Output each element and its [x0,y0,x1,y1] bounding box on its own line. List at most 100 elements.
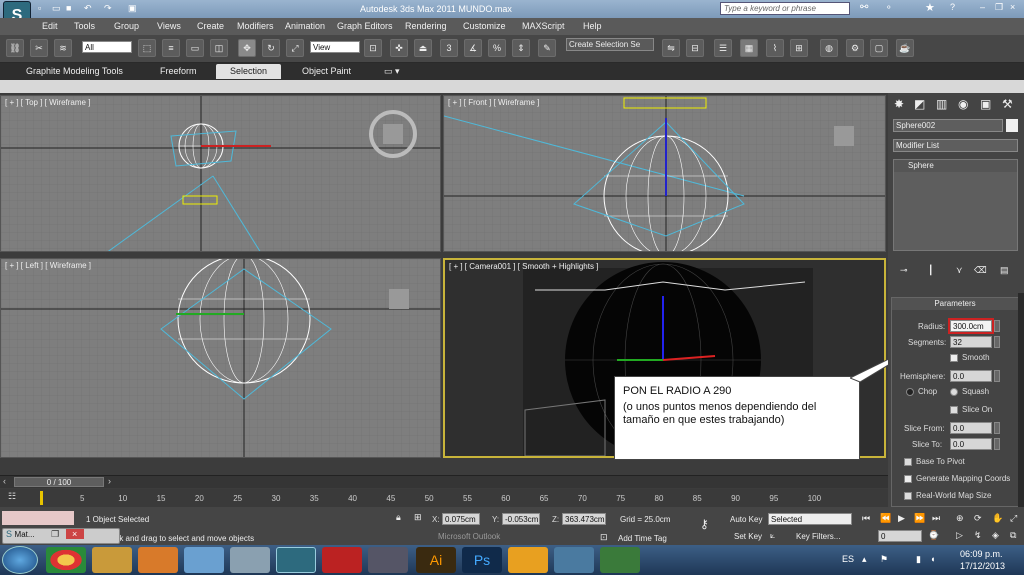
ribbon-options-icon[interactable]: ▭ ▾ [384,66,400,77]
smooth-checkbox[interactable] [950,354,958,362]
undo-icon[interactable]: ↶ [84,3,92,14]
viewport-front[interactable]: [ + ] [ Front ] [ Wireframe ] [443,95,886,252]
mat-editor-task[interactable]: S Mat... ❐ × [2,528,120,544]
absolute-mode-icon[interactable]: ⊞ [414,512,422,523]
screen-task[interactable] [554,547,594,573]
real-world-checkbox[interactable] [904,492,912,500]
time-slider[interactable]: ‹ 0 / 100 › [0,475,888,488]
gen-mapping-checkbox[interactable] [904,475,912,483]
prev-frame-icon[interactable]: ⏪ [880,513,891,524]
tray-flag-icon[interactable]: ⚑ [880,554,888,565]
render-setup-icon[interactable]: ⚙ [846,39,864,57]
menu-create[interactable]: Create [197,21,224,31]
select-object-icon[interactable]: ⬚ [138,39,156,57]
key-icon[interactable]: ⚷ [700,517,709,531]
time-config-icon[interactable]: ⌚ [928,530,939,541]
y-coord-input[interactable]: -0.053cm [502,513,540,525]
redo-icon[interactable]: ↷ [104,3,112,14]
modifier-list-dropdown[interactable]: Modifier List [893,139,1018,152]
viewport-camera-label[interactable]: [ + ] [ Camera001 ] [ Smooth + Highlight… [449,262,598,271]
angle-snap-icon[interactable]: ∡ [464,39,482,57]
make-unique-icon[interactable]: ⋎ [956,265,963,276]
menu-help[interactable]: Help [583,21,602,31]
selection-filter-dropdown[interactable]: All [82,41,132,53]
nero-task[interactable] [368,547,408,573]
material-editor-icon[interactable]: ◍ [820,39,838,57]
goto-end-icon[interactable]: ⏭ [932,513,940,524]
current-frame-input[interactable]: 0 [878,530,922,542]
time-slider-thumb[interactable]: 0 / 100 [14,477,104,487]
menu-modifiers[interactable]: Modifiers [237,21,274,31]
start-button[interactable] [2,546,38,574]
track-bar[interactable]: ☷ 5 10 15 20 25 30 35 40 45 50 55 60 65 70 75 80 85 90 95 1… [0,489,888,507]
select-by-name-icon[interactable]: ≡ [162,39,180,57]
z-coord-input[interactable]: 363.473cm [562,513,606,525]
viewport-front-label[interactable]: [ + ] [ Front ] [ Wireframe ] [448,98,539,107]
radius-spinner[interactable] [994,320,1000,332]
menu-views[interactable]: Views [157,21,181,31]
time-next-icon[interactable]: › [108,476,111,486]
edit-named-selection-icon[interactable]: ✎ [538,39,556,57]
explorer-task[interactable] [92,547,132,573]
link-icon[interactable]: ⛓ [6,39,24,57]
open-file-icon[interactable]: ▭ [52,3,61,14]
rotate-icon[interactable]: ↻ [262,39,280,57]
maximize-viewport-icon[interactable]: ⤢ [1010,513,1017,524]
scale-icon[interactable]: ⤢ [286,39,304,57]
schematic-view-icon[interactable]: ⊞ [790,39,808,57]
viewport-left[interactable]: [ + ] [ Left ] [ Wireframe ] [0,258,441,458]
select-manipulate-icon[interactable]: ✜ [390,39,408,57]
time-prev-icon[interactable]: ‹ [3,476,6,486]
mini-maximize-icon[interactable]: ⧉ [1010,530,1016,541]
menu-edit[interactable]: Edit [42,21,58,31]
menu-tools[interactable]: Tools [74,21,95,31]
snaps-toggle-icon[interactable]: 3 [440,39,458,57]
add-time-tag[interactable]: Add Time Tag [618,534,667,543]
key-mode-dropdown[interactable]: Selected [768,513,852,525]
set-key-icon[interactable]: ⟀ [770,530,775,541]
slice-from-input[interactable]: 0.0 [950,422,992,434]
photoshop-task[interactable]: Ps [462,547,502,573]
auto-key-button[interactable]: Auto Key [730,515,762,524]
pin-stack-icon[interactable]: ⊸ [900,265,908,276]
menu-maxscript[interactable]: MAXScript [522,21,565,31]
unlink-icon[interactable]: ✂ [30,39,48,57]
help-icon[interactable]: ? [950,2,955,12]
paint-task[interactable] [184,547,224,573]
set-key-button[interactable]: Set Key [734,532,762,541]
object-color-swatch[interactable] [1006,119,1018,132]
communication-icon[interactable]: ⚬ [885,2,893,13]
goto-start-icon[interactable]: ⏮ [862,513,870,524]
radius-input[interactable]: 300.0cm [948,318,994,334]
show-end-result-icon[interactable]: ┃ [928,265,933,276]
minimize-icon[interactable]: – [980,2,985,12]
media-player-task[interactable] [138,547,178,573]
mat-task-restore-icon[interactable]: ❐ [51,529,59,539]
notepad-task[interactable] [230,547,270,573]
maxscript-listener[interactable] [2,511,74,525]
key-filters-button[interactable]: Key Filters... [796,532,840,541]
dolly-icon[interactable]: ↯ [974,530,982,541]
menu-rendering[interactable]: Rendering [405,21,447,31]
lock-selection-icon[interactable]: 🔒︎ [396,512,401,523]
project-folder-icon[interactable]: ▣ [128,3,137,14]
stack-item-sphere[interactable]: Sphere [894,160,1017,172]
slice-to-spinner[interactable] [994,438,1000,450]
tab-selection[interactable]: Selection [216,64,282,79]
segments-input[interactable]: 32 [950,336,992,348]
pan-icon[interactable]: ✋ [992,513,1003,524]
utilities-tab-icon[interactable]: ⚒ [1002,97,1013,111]
rectangular-selection-icon[interactable]: ▭ [186,39,204,57]
add-time-tag-icon[interactable]: ⊡ [600,532,608,543]
remove-modifier-icon[interactable]: ⌫ [974,265,987,276]
rendered-frame-icon[interactable]: ▢ [870,39,888,57]
bind-spacewarp-icon[interactable]: ≋ [54,39,72,57]
tray-volume-icon[interactable]: ◖ [930,554,935,564]
keyboard-shortcut-icon[interactable]: ⏏ [414,39,432,57]
orbit-icon[interactable]: ⟳ [974,513,982,524]
language-indicator[interactable]: ES [842,554,854,564]
illustrator-task[interactable]: Ai [416,547,456,573]
clock-time[interactable]: 06:09 p.m. [960,549,1003,559]
window-crossing-icon[interactable]: ◫ [210,39,228,57]
acrobat-task[interactable] [322,547,362,573]
